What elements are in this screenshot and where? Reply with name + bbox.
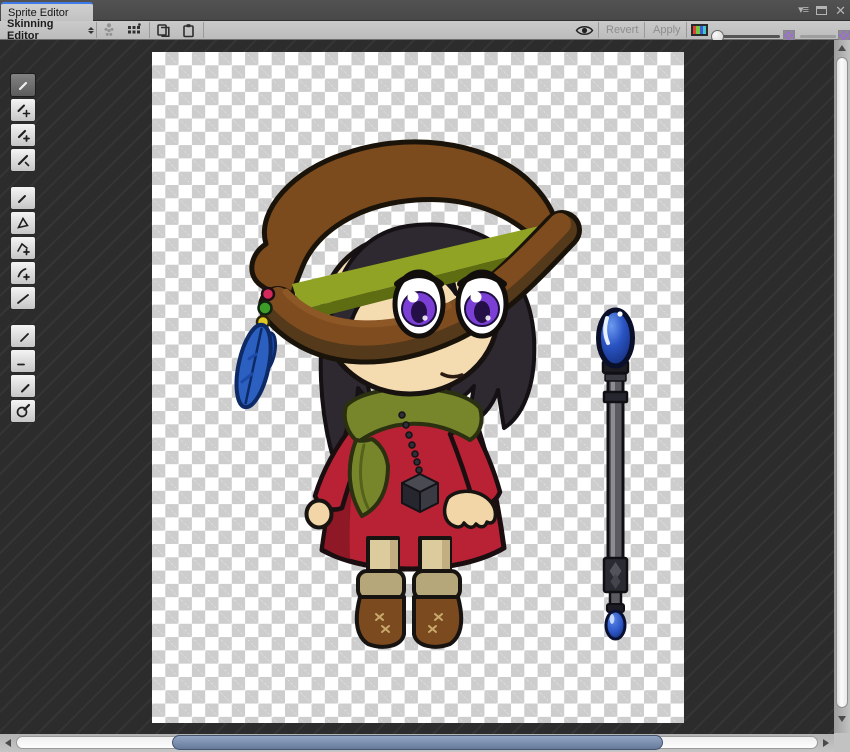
tab-title: Sprite Editor <box>8 7 69 19</box>
scrollbar-corner <box>834 733 850 752</box>
geometry-tools-group <box>10 186 36 310</box>
weight-brush-icon[interactable] <box>10 374 36 398</box>
scroll-down-icon[interactable] <box>838 716 846 722</box>
weight-slider-icon[interactable] <box>10 349 36 373</box>
create-edge-icon[interactable] <box>10 261 36 285</box>
auto-weights-icon[interactable] <box>10 324 36 348</box>
toolbar-separator <box>203 22 204 38</box>
horizontal-scrollbar[interactable] <box>0 734 834 752</box>
copy-icon[interactable] <box>153 21 173 39</box>
chevron-updown-icon <box>88 27 94 34</box>
vertical-scrollbar[interactable] <box>834 40 850 733</box>
visibility-eye-icon[interactable] <box>574 21 594 39</box>
toolbar-separator <box>686 22 687 38</box>
character-rig-icon[interactable] <box>99 21 119 39</box>
toolbar-separator <box>644 22 645 38</box>
apply-label: Apply <box>653 24 681 36</box>
maximize-icon[interactable] <box>816 6 827 15</box>
edit-geometry-icon[interactable] <box>10 211 36 235</box>
bone-influence-icon[interactable] <box>10 399 36 423</box>
workspace <box>0 40 850 752</box>
toolbar-separator <box>598 22 599 38</box>
rgb-swatch-icon[interactable] <box>691 21 708 39</box>
edit-joints-icon[interactable] <box>10 98 36 122</box>
character-sprite[interactable] <box>230 142 562 647</box>
split-bone-icon[interactable] <box>10 148 36 172</box>
bone-tools-group <box>10 73 36 172</box>
mip-slider-track[interactable] <box>800 35 836 38</box>
skinning-tool-rail <box>10 73 36 437</box>
vertical-scrollbar-thumb[interactable] <box>836 57 848 708</box>
horizontal-scrollbar-thumb[interactable] <box>172 735 663 750</box>
zoom-slider-track[interactable] <box>716 35 780 38</box>
create-vertex-icon[interactable] <box>10 236 36 260</box>
toolbar-separator <box>149 22 150 38</box>
close-icon[interactable]: ✕ <box>835 4 846 17</box>
paste-icon[interactable] <box>178 21 198 39</box>
sprite-canvas[interactable] <box>152 52 684 723</box>
preview-pose-icon[interactable] <box>10 73 36 97</box>
window-menu-icon[interactable]: ▾≡ <box>798 5 808 16</box>
magic-staff-sprite[interactable] <box>599 310 633 639</box>
toolbar-separator <box>96 22 97 38</box>
scroll-up-icon[interactable] <box>838 45 846 51</box>
create-bone-icon[interactable] <box>10 123 36 147</box>
revert-button[interactable]: Revert <box>600 21 644 39</box>
sprite-editor-window: Sprite Editor ▾≡ ✕ Skinning Editor <box>0 0 850 752</box>
scroll-left-icon[interactable] <box>5 739 11 747</box>
title-bar: Sprite Editor ▾≡ ✕ <box>0 0 850 21</box>
revert-label: Revert <box>606 24 638 36</box>
auto-geometry-icon[interactable] <box>10 186 36 210</box>
weight-tools-group <box>10 324 36 423</box>
apply-button[interactable]: Apply <box>647 21 687 39</box>
toolbar: Skinning Editor <box>0 21 850 40</box>
canvas-art <box>152 52 684 723</box>
scroll-right-icon[interactable] <box>823 739 829 747</box>
split-edge-icon[interactable] <box>10 286 36 310</box>
mode-dropdown[interactable]: Skinning Editor <box>2 21 94 39</box>
sprite-sheet-icon[interactable] <box>124 21 144 39</box>
mode-dropdown-value: Skinning Editor <box>7 18 82 42</box>
